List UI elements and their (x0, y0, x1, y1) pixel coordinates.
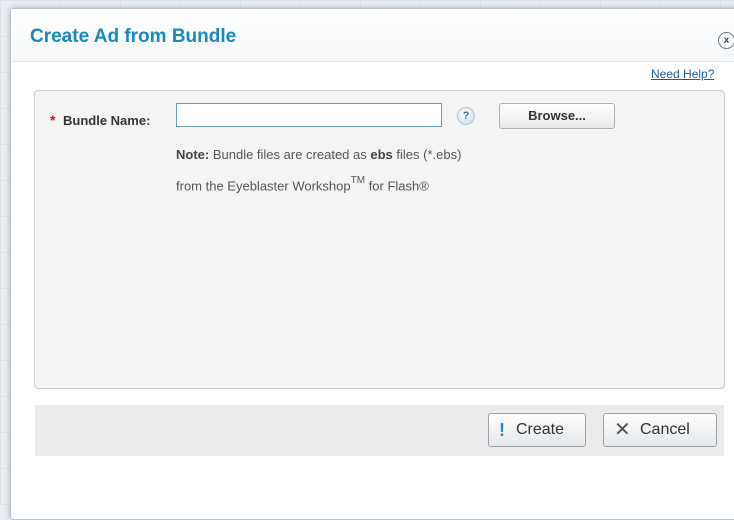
close-x-icon: ✕ (614, 419, 631, 441)
bundle-name-input[interactable] (176, 103, 442, 127)
exclamation-icon: ! (499, 420, 505, 440)
help-icon[interactable]: ? (457, 107, 475, 125)
note-prefix: Note: (176, 147, 210, 162)
bundle-name-label: Bundle Name: (63, 113, 151, 128)
close-icon[interactable]: x (718, 32, 734, 49)
note-line-2: from the Eyeblaster WorkshopTM for Flash… (176, 175, 429, 194)
note-bold: ebs (370, 147, 393, 162)
create-label: Create (516, 421, 565, 438)
required-marker: * (50, 112, 56, 128)
note-text-1: Bundle files are created as (209, 147, 371, 162)
dialog-header: Create Ad from Bundle (11, 9, 734, 62)
browse-button[interactable]: Browse... (499, 103, 615, 129)
note-line2-post: for Flash® (365, 178, 429, 194)
create-ad-dialog: Create Ad from Bundle x Need Help? * Bun… (10, 8, 734, 520)
note-text-2: files (*.ebs) (392, 147, 462, 162)
dialog-title: Create Ad from Bundle (30, 26, 237, 47)
form-panel: * Bundle Name: ? Browse... Note: Bundle … (34, 90, 725, 389)
note-line2-pre: from the Eyeblaster Workshop (176, 178, 351, 194)
cancel-label: Cancel (640, 421, 690, 438)
create-button[interactable]: ! Create (488, 413, 586, 447)
trademark-mark: TM (350, 175, 366, 186)
cancel-button[interactable]: ✕ Cancel (603, 413, 717, 447)
need-help-link[interactable]: Need Help? (651, 67, 714, 81)
dialog-footer: ! Create ✕ Cancel (35, 405, 724, 456)
note-line-1: Note: Bundle files are created as ebs fi… (176, 147, 461, 162)
